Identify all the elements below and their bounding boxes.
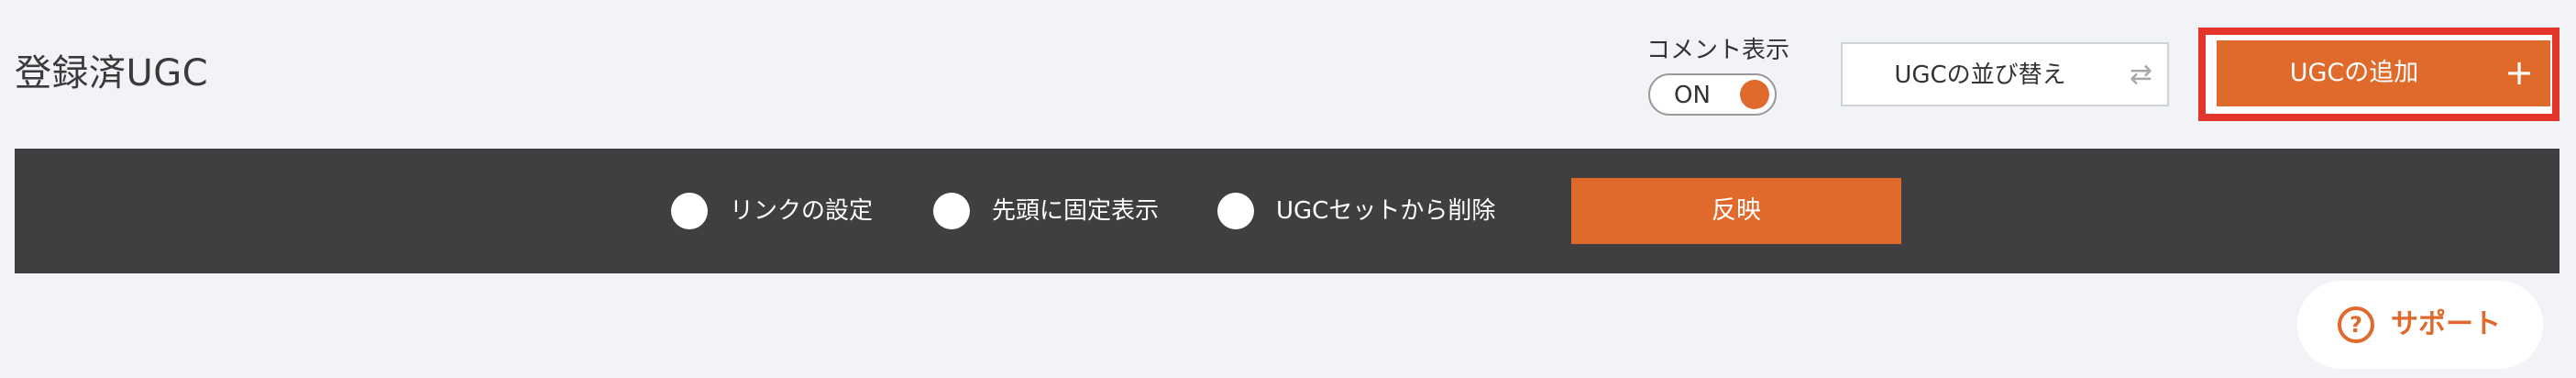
- comment-toggle-group: コメント表示 ON: [1646, 35, 1793, 117]
- bulk-action-bar: リンクの設定 先頭に固定表示 UGCセットから削除 反映: [15, 149, 2559, 273]
- radio-label: 先頭に固定表示: [992, 197, 1160, 225]
- radio-button[interactable]: [671, 193, 708, 229]
- comment-toggle[interactable]: ON: [1648, 73, 1777, 116]
- support-button[interactable]: ? サポート: [2297, 281, 2543, 369]
- add-ugc-label: UGCの追加: [2289, 59, 2419, 87]
- radio-option-link-settings[interactable]: リンクの設定: [671, 189, 873, 233]
- radio-button[interactable]: [1217, 193, 1254, 229]
- radio-label: UGCセットから削除: [1276, 197, 1496, 225]
- toggle-state-text: ON: [1674, 82, 1711, 109]
- comment-toggle-label: コメント表示: [1646, 37, 1790, 64]
- radio-button[interactable]: [933, 193, 970, 229]
- toggle-knob: [1740, 80, 1769, 109]
- plus-icon: +: [2504, 52, 2534, 93]
- sort-ugc-label: UGCの並び替え: [1894, 61, 2066, 89]
- add-ugc-button[interactable]: UGCの追加 +: [2217, 40, 2550, 106]
- radio-label: リンクの設定: [730, 197, 874, 225]
- page-title: 登録済UGC: [15, 52, 209, 94]
- help-circle-icon: ?: [2338, 306, 2374, 343]
- swap-arrows-icon: ⇄: [2129, 59, 2152, 91]
- support-label: サポート: [2391, 308, 2501, 340]
- apply-button[interactable]: 反映: [1571, 178, 1901, 244]
- sort-ugc-button[interactable]: UGCの並び替え ⇄: [1841, 42, 2169, 106]
- radio-option-pin-to-top[interactable]: 先頭に固定表示: [933, 189, 1159, 233]
- radio-option-remove-from-set[interactable]: UGCセットから削除: [1217, 189, 1495, 233]
